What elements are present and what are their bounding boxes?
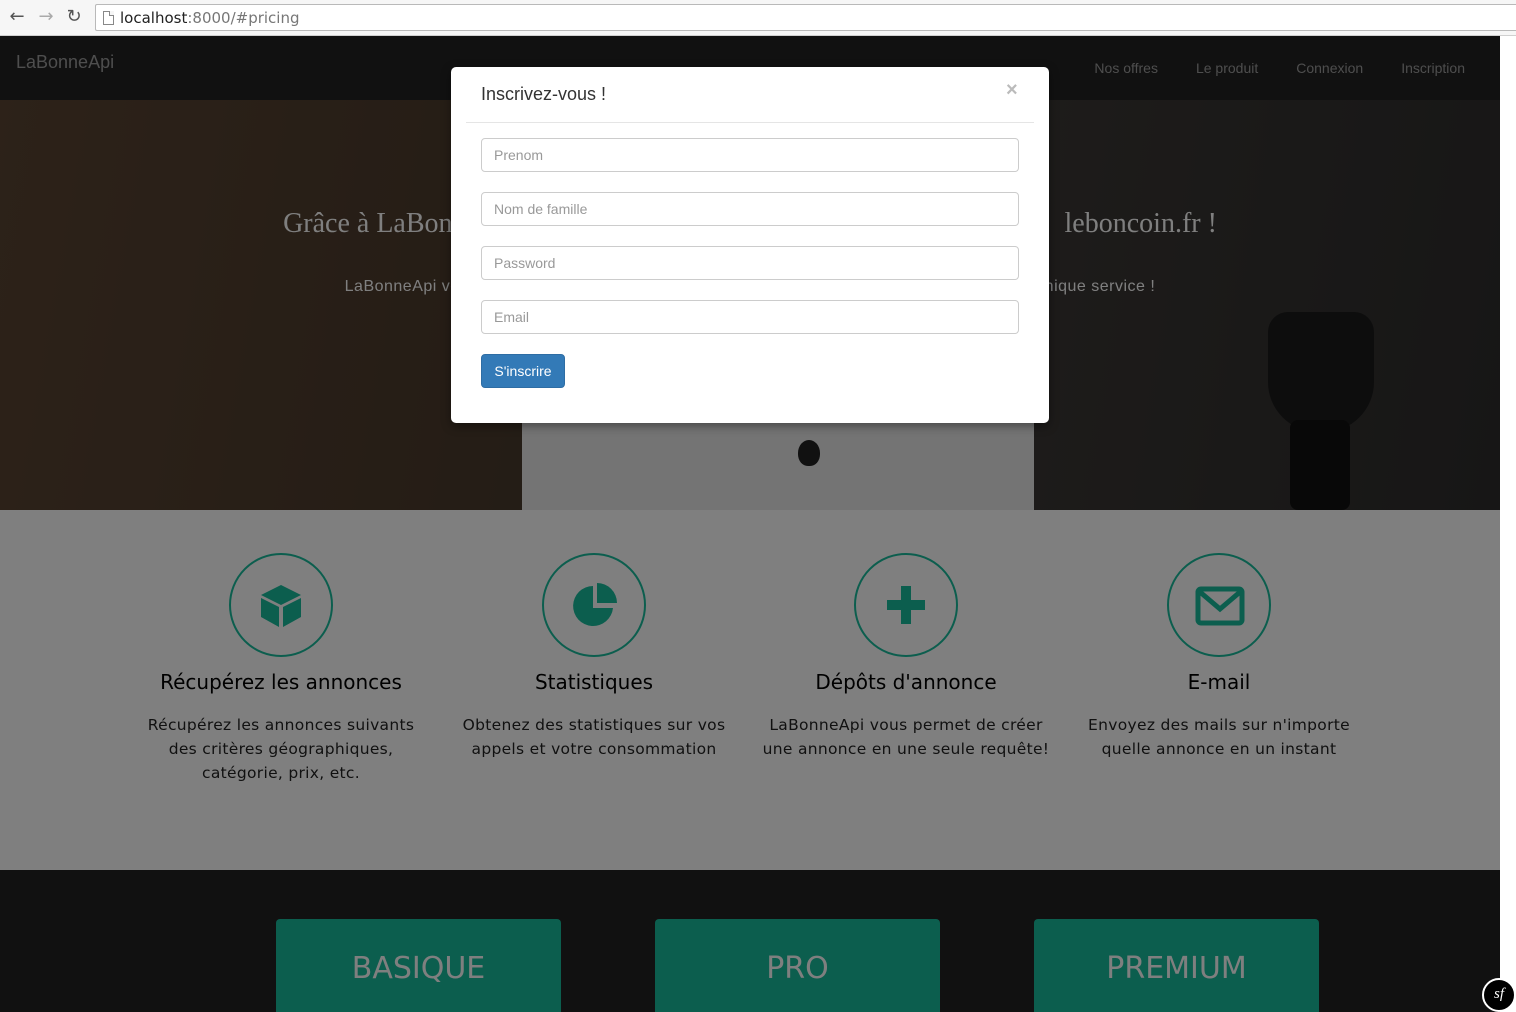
- address-bar[interactable]: localhost:8000/#pricing: [95, 4, 1516, 31]
- modal-divider: [466, 122, 1034, 123]
- signup-modal: Inscrivez-vous ! × Prenom Nom de famille…: [451, 67, 1049, 423]
- scrollbar[interactable]: [1500, 36, 1516, 1012]
- arrow-left-icon[interactable]: ←: [6, 6, 28, 28]
- page-icon: [103, 11, 114, 25]
- browser-toolbar: ← → ↻ localhost:8000/#pricing: [0, 0, 1516, 36]
- url-path: :8000/#pricing: [187, 9, 300, 27]
- password-field[interactable]: Password: [481, 246, 1019, 280]
- url-host: localhost: [120, 9, 188, 27]
- modal-title: Inscrivez-vous !: [481, 84, 607, 104]
- email-field[interactable]: Email: [481, 300, 1019, 334]
- url-text: localhost:8000/#pricing: [120, 9, 300, 27]
- prenom-field[interactable]: Prenom: [481, 138, 1019, 172]
- signup-submit-button[interactable]: S'inscrire: [481, 354, 565, 388]
- reload-icon[interactable]: ↻: [63, 6, 85, 28]
- close-icon[interactable]: ×: [1006, 79, 1018, 102]
- arrow-right-icon[interactable]: →: [35, 6, 57, 28]
- nom-field[interactable]: Nom de famille: [481, 192, 1019, 226]
- symfony-toolbar-badge[interactable]: sf: [1482, 978, 1516, 1012]
